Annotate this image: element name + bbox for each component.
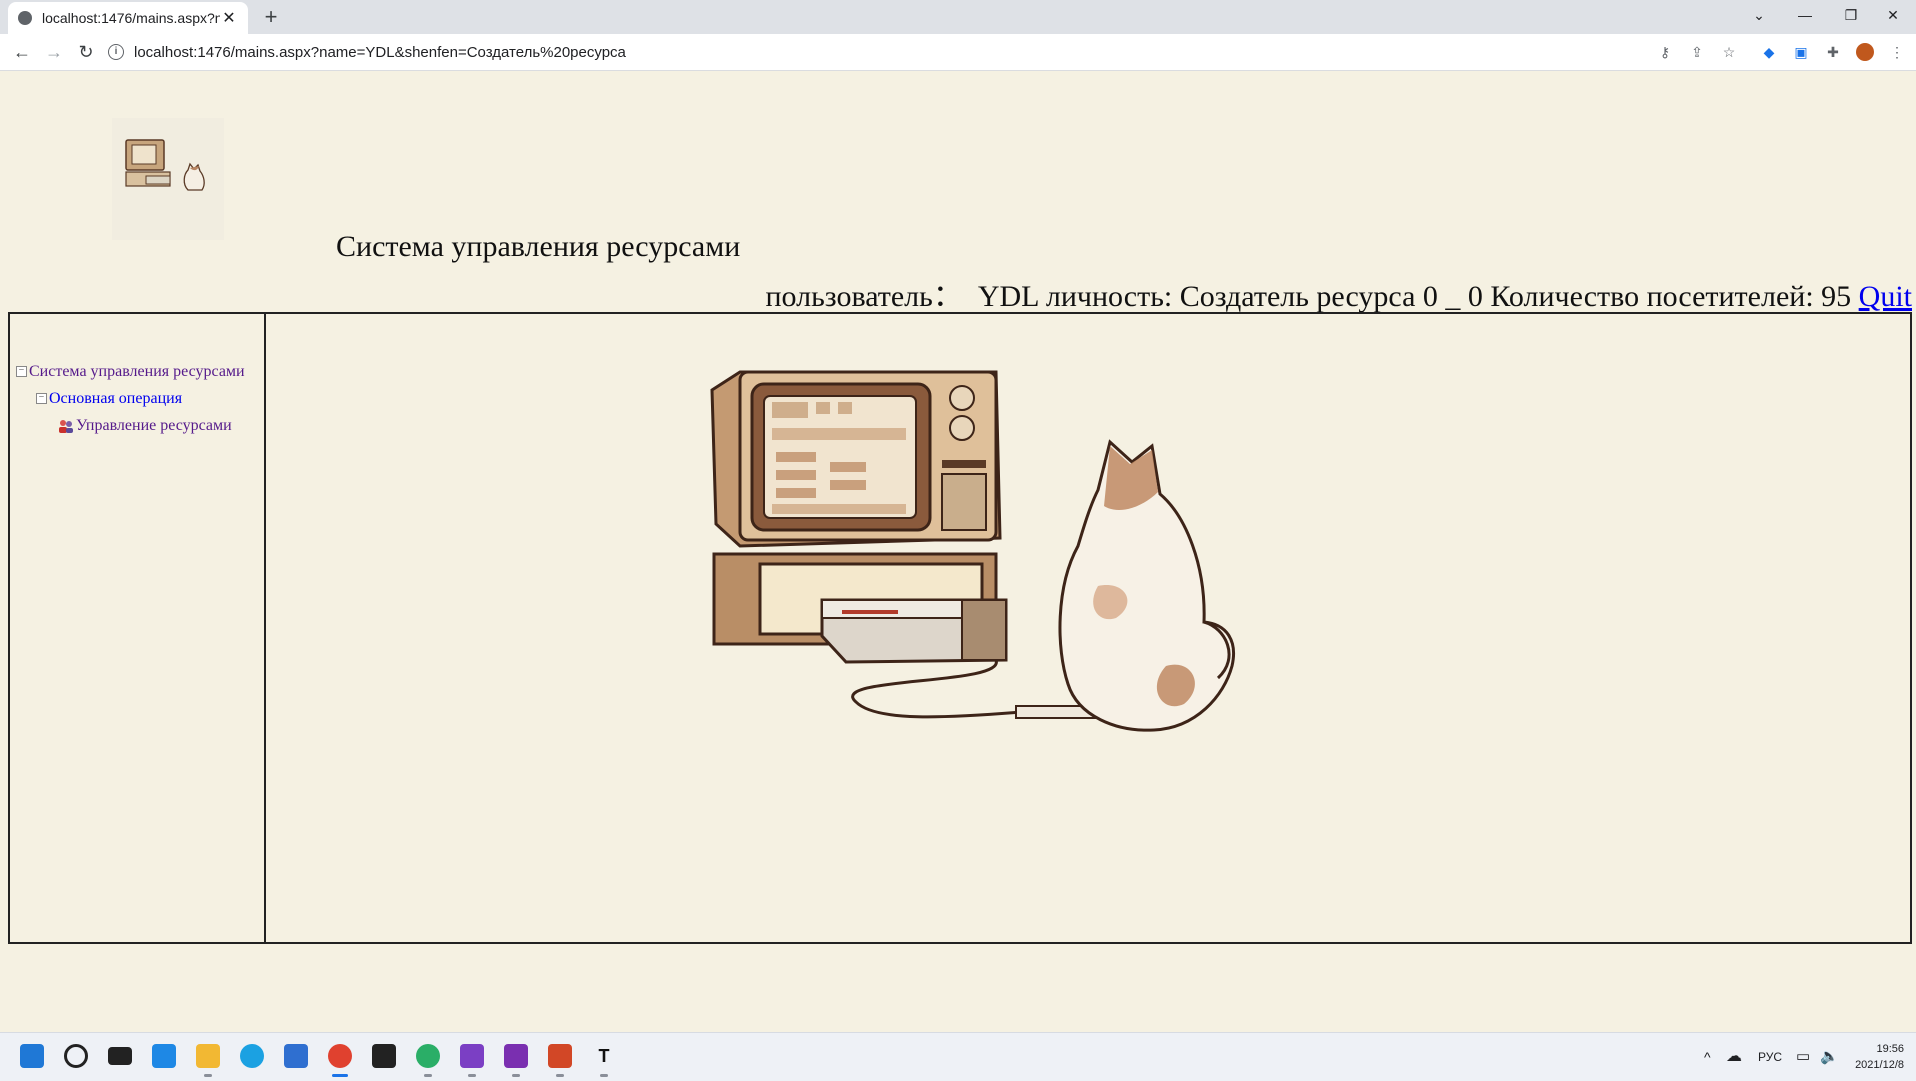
store-icon[interactable] — [284, 1044, 308, 1068]
avatar[interactable] — [1856, 43, 1874, 61]
search-icon[interactable] — [64, 1044, 88, 1068]
restore-button[interactable]: ❐ — [1828, 0, 1874, 30]
puzzle-icon[interactable]: ✚ — [1824, 43, 1842, 61]
page-title: Система управления ресурсами — [336, 230, 741, 263]
task-view-icon[interactable] — [108, 1047, 132, 1065]
menu-icon[interactable]: ⋮ — [1888, 43, 1906, 61]
address-bar[interactable]: i localhost:1476/mains.aspx?name=YDL&she… — [108, 38, 1648, 66]
clock-time: 19:56 — [1876, 1043, 1904, 1055]
edge-icon[interactable] — [240, 1044, 264, 1068]
tree-node-label[interactable]: Управление ресурсами — [76, 417, 232, 435]
chrome-icon[interactable] — [328, 1044, 352, 1068]
site-info-icon[interactable]: i — [108, 44, 124, 60]
cloud-icon[interactable]: ☁ — [1726, 1033, 1742, 1081]
navigation-pane: − Система управления ресурсами − Основна… — [10, 314, 266, 942]
user-info-line: пользователь： YDL личность: Создатель ре… — [765, 271, 1912, 315]
running-indicator — [468, 1074, 476, 1077]
content-pane — [266, 314, 1910, 942]
tree-node-label[interactable]: Основная операция — [49, 390, 182, 408]
active-indicator — [332, 1074, 348, 1077]
main-frame: − Система управления ресурсами − Основна… — [8, 312, 1912, 944]
running-indicator — [512, 1074, 520, 1077]
system-clock[interactable]: 19:56 2021/12/8 — [1855, 1041, 1904, 1073]
user-info-text: пользователь： YDL личность: Создатель ре… — [765, 280, 1859, 313]
volume-icon[interactable]: 🔈 — [1820, 1033, 1839, 1081]
quit-link[interactable]: Quit — [1859, 280, 1912, 313]
wechat-icon[interactable] — [416, 1044, 440, 1068]
powerpoint-icon[interactable] — [548, 1044, 572, 1068]
network-icon[interactable]: ▭ — [1796, 1033, 1810, 1081]
key-icon[interactable]: ⚷ — [1656, 43, 1674, 61]
running-indicator — [600, 1074, 608, 1077]
tab-search-button[interactable]: ⌄ — [1736, 0, 1782, 30]
users-icon — [59, 419, 73, 433]
running-indicator — [424, 1074, 432, 1077]
running-indicator — [204, 1074, 212, 1077]
retro-computer-cat-illustration — [710, 370, 1235, 732]
browser-tab-strip: localhost:1476/mains.aspx?na ✕ + ⌄ — ❐ ✕ — [0, 0, 1916, 34]
file-explorer-icon[interactable] — [196, 1044, 220, 1068]
navigation-tree: − Система управления ресурсами − Основна… — [16, 358, 245, 439]
collapse-icon[interactable]: − — [16, 366, 27, 377]
collapse-icon[interactable]: − — [36, 393, 47, 404]
site-logo — [112, 118, 224, 240]
extension-icon[interactable]: ◆ — [1760, 43, 1778, 61]
share-icon[interactable]: ⇪ — [1688, 43, 1706, 61]
forward-button[interactable]: → — [42, 40, 66, 64]
globe-icon — [18, 11, 32, 25]
onenote-icon[interactable] — [504, 1044, 528, 1068]
minimize-button[interactable]: — — [1782, 0, 1828, 30]
start-icon[interactable] — [20, 1044, 44, 1068]
translate-icon[interactable]: ▣ — [1792, 43, 1810, 61]
clock-date: 2021/12/8 — [1855, 1059, 1904, 1071]
tray-overflow-icon[interactable]: ^ — [1704, 1033, 1711, 1081]
star-icon[interactable]: ☆ — [1720, 43, 1738, 61]
browser-toolbar: ← → ↻ i localhost:1476/mains.aspx?name=Y… — [0, 34, 1916, 71]
browser-tab[interactable]: localhost:1476/mains.aspx?na ✕ — [8, 2, 248, 34]
running-indicator — [556, 1074, 564, 1077]
taskbar: T ^ ☁ РУС ▭ 🔈 19:56 2021/12/8 — [0, 1032, 1916, 1081]
tree-node-label[interactable]: Система управления ресурсами — [29, 363, 245, 381]
tree-node-basic-operation[interactable]: − Основная операция — [16, 385, 245, 412]
close-window-button[interactable]: ✕ — [1870, 0, 1916, 30]
new-tab-button[interactable]: + — [258, 4, 284, 30]
terminal-icon[interactable] — [372, 1044, 396, 1068]
widgets-icon[interactable] — [152, 1044, 176, 1068]
tree-node-resource-management[interactable]: Управление ресурсами — [16, 412, 245, 439]
reload-button[interactable]: ↻ — [74, 40, 98, 64]
typora-icon[interactable]: T — [592, 1044, 616, 1068]
tree-node-root[interactable]: − Система управления ресурсами — [16, 358, 245, 385]
url-text[interactable]: localhost:1476/mains.aspx?name=YDL&shenf… — [134, 44, 626, 61]
close-tab-icon[interactable]: ✕ — [220, 8, 238, 28]
back-button[interactable]: ← — [10, 40, 34, 64]
tab-title: localhost:1476/mains.aspx?na — [42, 10, 220, 26]
input-language[interactable]: РУС — [1758, 1033, 1782, 1081]
visual-studio-icon[interactable] — [460, 1044, 484, 1068]
